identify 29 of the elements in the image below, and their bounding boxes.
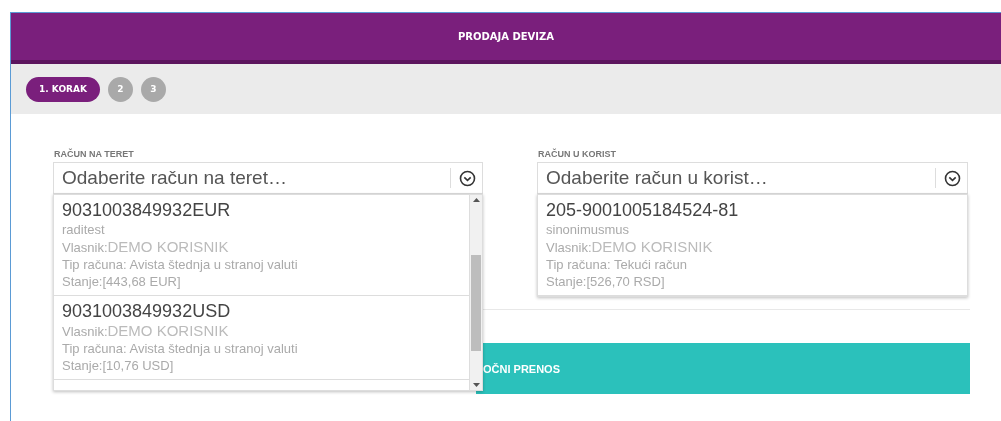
owner-label: Vlasnik: [62,324,108,339]
owner-name: DEMO KORISNIK [107,238,229,255]
owner-label: Vlasnik: [62,240,108,255]
account-balance: Stanje:[526,70 RSD] [546,273,666,290]
step-indicator[interactable]: 1. KORAK [26,76,100,102]
field-label: RAČUN U KORIST [538,149,617,161]
scrollbar[interactable] [469,195,482,390]
account-name: sinonimusmus [546,221,631,238]
owner-name: DEMO KORISNIK [591,238,713,255]
account-type: Tip računa: Tekući račun [546,256,688,273]
account-balance: Stanje:[10,76 USD] [62,357,175,374]
account-number: 205-9001005184524-81 [546,199,740,221]
owner-name: DEMO KORISNIK [107,322,229,339]
page-title: PRODAJA DEVIZA [457,31,555,42]
account-number: 9031003849932USD [62,300,232,322]
chevron-down-icon[interactable] [944,169,961,187]
account-type: Tip računa: Avista štednja u stranoj valuti [62,340,299,357]
chevron-down-icon[interactable] [459,169,476,187]
account-name: raditest [62,221,106,238]
account-dropdown[interactable]: Odaberite račun u korist… [537,162,968,194]
field-label: RAČUN NA TERET [54,149,135,161]
owner-label: Vlasnik: [546,240,592,255]
account-dropdown[interactable]: Odaberite račun na teret… [53,162,483,194]
account-number: 9031003849932EUR [62,199,232,221]
scroll-up-icon[interactable] [472,198,480,202]
scroll-down-icon[interactable] [472,383,480,387]
account-type: Tip računa: Avista štednja u stranoj valuti [62,256,299,273]
account-balance: Stanje:[443,68 EUR] [62,273,182,290]
account-option[interactable]: 205-9001005184524-81 sinonimusmus Vlasnik:DEMO KORISNIK Tip računa: Tekući račun Stanje:[526,70 RSD] [538,195,967,296]
